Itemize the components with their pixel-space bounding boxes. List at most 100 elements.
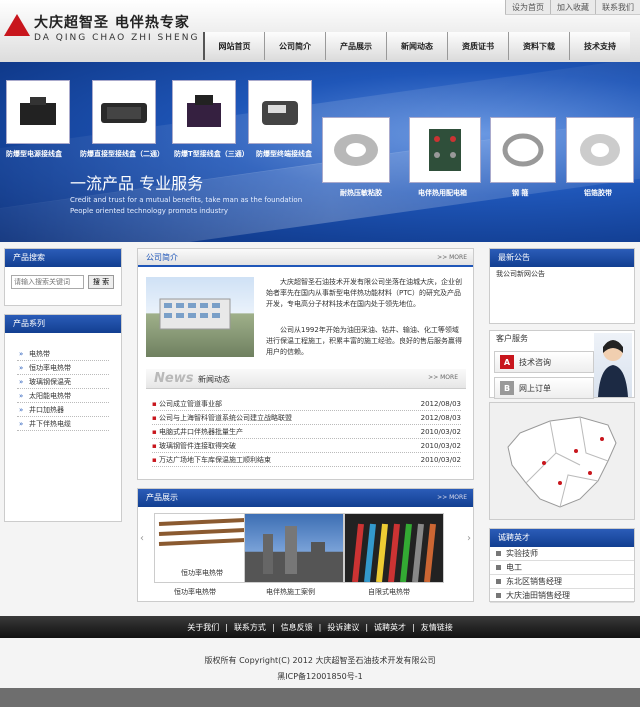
main-nav: 网站首页 公司简介 产品展示 新闻动态 资质证书 资料下载 技术支持 [203, 32, 630, 60]
banner-slogan-en: People oriented technology promots indus… [70, 207, 228, 215]
add-favorite-link[interactable]: 加入收藏 [550, 0, 595, 14]
about-text: 公司从1992年开始为油田采油、钻井、输油、化工等领域进行保温工程施工，积累丰富… [266, 326, 462, 356]
product-thumb[interactable] [344, 513, 444, 583]
thumb-inner-label: 恒功率电热带 [181, 569, 223, 577]
nav-products[interactable]: 产品展示 [325, 32, 386, 60]
junction-box-image [248, 80, 312, 144]
banner-product-label: 防爆型电源接线盒 [6, 150, 62, 158]
banner-product-label: 防爆T型接线盒（三通） [174, 150, 249, 158]
banner-product-label: 电伴热用配电箱 [418, 189, 467, 197]
about-more-link[interactable]: >> MORE [437, 249, 467, 267]
banner-slogan: 一流产品 专业服务 [70, 174, 204, 193]
scroll-right-arrow-icon[interactable]: › [467, 533, 471, 544]
contact-us-link[interactable]: 联系我们 [595, 0, 640, 14]
notice-title: 最新公告 [490, 249, 634, 267]
banner-product-label: 耐热压敏粘胶 [340, 189, 382, 197]
copyright: 版权所有 Copyright(C) 2012 大庆超智圣石油技术开发有限公司 [204, 656, 436, 665]
product-caption[interactable]: 电伴热施工案例 [266, 587, 315, 597]
notice-panel: 最新公告 我公司新网公告 [489, 248, 635, 324]
banner-product-label: 防爆型终端接线盒 [256, 150, 312, 158]
banner-product-label: 钢 箍 [512, 189, 529, 197]
logo-triangle-icon [4, 14, 30, 36]
series-title: 产品系列 [5, 315, 121, 333]
icp-number[interactable]: 黑ICP备12001850号-1 [0, 671, 640, 682]
search-panel: 产品搜索 搜 索 [4, 248, 122, 306]
news-more-link[interactable]: >> MORE [428, 374, 458, 381]
service-panel: 客户服务 A 技术咨询 B 网上订单 [489, 330, 635, 399]
notice-text[interactable]: 我公司新网公告 [490, 267, 634, 281]
news-item[interactable]: 公司与上海智科管道系统公司建立战略联盟2012/08/03 [152, 411, 461, 425]
logo-title[interactable]: 大庆超智圣 电伴热专家 [34, 12, 190, 32]
search-title: 产品搜索 [5, 249, 121, 267]
china-map[interactable] [489, 402, 635, 520]
tech-consult-button[interactable]: A 技术咨询 [494, 351, 594, 373]
news-item[interactable]: 万达广场地下车库保温施工顺利结束2010/03/02 [152, 453, 461, 467]
top-links: 设为首页 加入收藏 联系我们 [505, 0, 640, 15]
about-panel: 公司简介 >> MORE 大庆超智圣石油技术开发有限公司坐落在油城大庆，企业创始… [137, 248, 474, 480]
adhesive-image [322, 117, 390, 183]
job-item[interactable]: 实验技师 [490, 547, 634, 561]
news-item[interactable]: 玻璃钢管件连接取得突破2010/03/02 [152, 439, 461, 453]
steel-hoop-image [490, 117, 556, 183]
jobs-panel: 诚聘英才 实验技师 电工 东北区销售经理 大庆油田销售经理 [489, 528, 635, 603]
jobs-title: 诚聘英才 [490, 529, 634, 547]
junction-box-image [6, 80, 70, 144]
foil-tape-image [566, 117, 634, 183]
footer-links: 关于我们 | 联系方式 | 信息反馈 | 投诉建议 | 诚聘英才 | 友情链接 [0, 616, 640, 638]
banner: 防爆型电源接线盒 防爆直接型接线盒（二通） 防爆T型接线盒（三通） 防爆型终端接… [0, 62, 640, 242]
footer-link-contact[interactable]: 联系方式 [228, 622, 272, 633]
series-item[interactable]: 井口加热器 [17, 403, 109, 417]
job-item[interactable]: 电工 [490, 561, 634, 575]
about-title: 公司简介 [146, 253, 178, 262]
footer-link-friends[interactable]: 友情链接 [415, 622, 459, 633]
series-item[interactable]: 太阳能电热带 [17, 389, 109, 403]
product-caption[interactable]: 自限式电热带 [368, 587, 410, 597]
series-item[interactable]: 玻璃钢保温壳 [17, 375, 109, 389]
footer-bottom-bar [0, 688, 640, 707]
nav-support[interactable]: 技术支持 [569, 32, 630, 60]
junction-box-image [172, 80, 236, 144]
job-item[interactable]: 大庆油田销售经理 [490, 589, 634, 603]
logo-subtitle: DA QING CHAO ZHI SHENG [34, 33, 200, 43]
nav-home[interactable]: 网站首页 [203, 32, 264, 60]
products-title: 产品展示 [146, 493, 178, 502]
nav-about[interactable]: 公司简介 [264, 32, 325, 60]
job-item[interactable]: 东北区销售经理 [490, 575, 634, 589]
banner-product-label: 铝箔胶带 [584, 189, 612, 197]
series-item[interactable]: 井下伴热电缆 [17, 417, 109, 431]
product-caption[interactable]: 恒功率电热带 [174, 587, 216, 597]
products-more-link[interactable]: >> MORE [437, 489, 467, 507]
nav-news[interactable]: 新闻动态 [386, 32, 447, 60]
products-panel: 产品展示 >> MORE ‹ › 恒功率电热带 恒功率电热带 电伴热施工案例 自… [137, 488, 474, 602]
nav-downloads[interactable]: 资料下载 [508, 32, 569, 60]
series-item[interactable]: 恒功率电热带 [17, 361, 109, 375]
about-text: 大庆超智圣石油技术开发有限公司坐落在油城大庆，企业创始者率先在国内从事新型电伴热… [266, 278, 462, 308]
search-button[interactable]: 搜 索 [88, 275, 114, 289]
footer-link-about[interactable]: 关于我们 [181, 622, 225, 633]
news-item[interactable]: 电脑式井口伴热器批量生产2010/03/02 [152, 425, 461, 439]
distribution-box-image [409, 117, 481, 183]
header: 大庆超智圣 电伴热专家 DA QING CHAO ZHI SHENG 设为首页 … [0, 0, 640, 62]
set-homepage-link[interactable]: 设为首页 [505, 0, 550, 14]
junction-box-image [92, 80, 156, 144]
nav-certificates[interactable]: 资质证书 [447, 32, 508, 60]
letter-a-icon: A [500, 355, 514, 369]
news-title: 新闻动态 [198, 375, 230, 384]
footer-link-complaint[interactable]: 投诉建议 [321, 622, 365, 633]
product-thumb[interactable] [244, 513, 344, 583]
company-building-image [146, 277, 254, 357]
footer-link-feedback[interactable]: 信息反馈 [275, 622, 319, 633]
news-item[interactable]: 公司成立管道事业部2012/08/03 [152, 397, 461, 411]
banner-product-label: 防爆直接型接线盒（二通） [80, 150, 164, 158]
online-order-button[interactable]: B 网上订单 [494, 377, 594, 399]
news-header: News 新闻动态 >> MORE [146, 369, 466, 389]
customer-service-avatar [594, 333, 632, 397]
banner-slogan-en: Credit and trust for a mutual benefits, … [70, 196, 303, 204]
news-logo: News [154, 371, 194, 386]
footer-link-jobs[interactable]: 诚聘英才 [368, 622, 412, 633]
search-input[interactable] [11, 275, 84, 289]
series-item[interactable]: 电热带 [17, 347, 109, 361]
product-thumb[interactable]: 恒功率电热带 [154, 513, 250, 583]
scroll-left-arrow-icon[interactable]: ‹ [140, 533, 144, 544]
series-panel: 产品系列 电热带 恒功率电热带 玻璃钢保温壳 太阳能电热带 井口加热器 井下伴热… [4, 314, 122, 522]
